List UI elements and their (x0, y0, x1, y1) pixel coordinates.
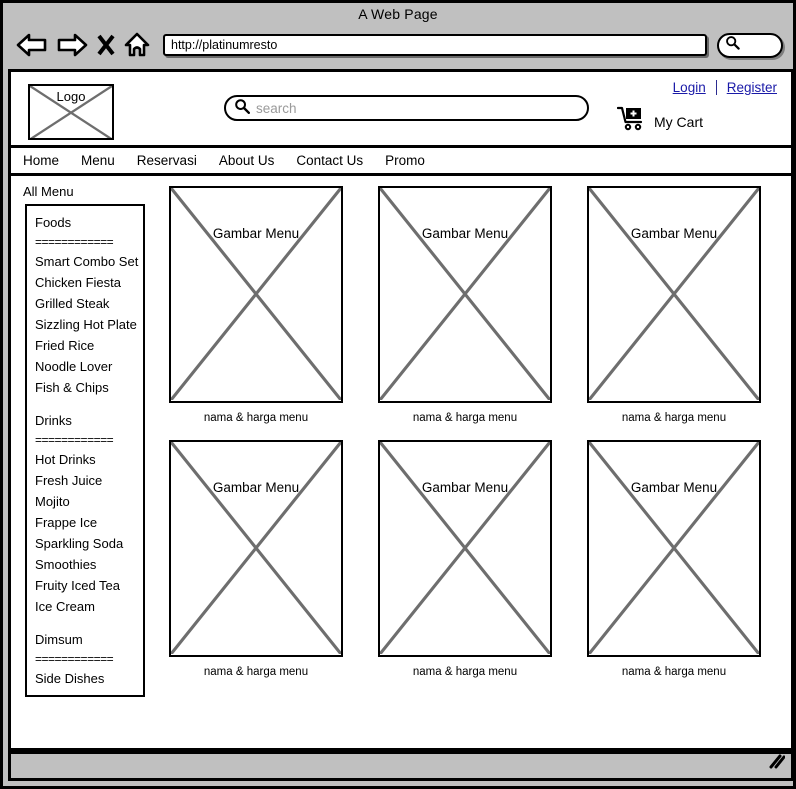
image-placeholder-cross (589, 188, 759, 400)
menu-card[interactable]: Gambar Menu nama & harga menu (378, 186, 552, 424)
menu-card-caption: nama & harga menu (203, 666, 309, 678)
window-title: A Web Page (358, 6, 438, 22)
menu-image-label: Gambar Menu (212, 226, 300, 241)
nav-item-home[interactable]: Home (23, 153, 59, 168)
close-x-icon[interactable] (95, 31, 117, 59)
sidebar-divider: ============ (35, 652, 114, 666)
nav-item-menu[interactable]: Menu (81, 153, 115, 168)
window-titlebar: A Web Page (3, 3, 793, 25)
menu-image-placeholder[interactable]: Gambar Menu (378, 186, 552, 403)
image-placeholder-cross (171, 188, 341, 400)
main-nav: Home Menu Reservasi About Us Contact Us … (11, 148, 791, 176)
sidebar-item[interactable]: Ice Cream (35, 596, 143, 617)
site-logo[interactable]: Logo (28, 84, 114, 140)
search-icon (234, 98, 250, 119)
cart-label: My Cart (654, 113, 703, 130)
browser-search-button[interactable] (717, 32, 783, 58)
page-viewport: Logo search Login Register My Cart Home … (8, 69, 793, 751)
all-menu-title: All Menu (23, 184, 74, 199)
sidebar-item[interactable]: Hot Drinks (35, 449, 143, 470)
menu-card[interactable]: Gambar Menu nama & harga menu (169, 186, 343, 424)
site-header: Logo search Login Register My Cart (11, 72, 791, 148)
sidebar-item[interactable]: Chicken Fiesta (35, 272, 143, 293)
menu-card[interactable]: Gambar Menu nama & harga menu (587, 440, 761, 678)
menu-card[interactable]: Gambar Menu nama & harga menu (587, 186, 761, 424)
my-cart-button[interactable]: My Cart (616, 106, 703, 137)
sidebar-section-heading: Foods (35, 215, 72, 230)
back-arrow-icon[interactable] (15, 31, 49, 59)
site-search-input[interactable]: search (224, 95, 589, 121)
nav-item-about-us[interactable]: About Us (219, 153, 275, 168)
url-bar[interactable]: http://platinumresto (163, 34, 707, 56)
sidebar-item[interactable]: Smart Combo Set (35, 251, 143, 272)
url-text: http://platinumresto (171, 38, 278, 52)
menu-image-label: Gambar Menu (421, 480, 509, 495)
sidebar-item[interactable]: Grilled Steak (35, 293, 143, 314)
menu-card[interactable]: Gambar Menu nama & harga menu (378, 440, 552, 678)
browser-nav-icons (15, 31, 151, 59)
shopping-cart-plus-icon (616, 106, 647, 137)
menu-image-placeholder[interactable]: Gambar Menu (169, 186, 343, 403)
menu-image-placeholder[interactable]: Gambar Menu (587, 186, 761, 403)
category-sidebar: Foods ============ Smart Combo Set Chicken … (25, 204, 145, 697)
menu-image-label: Gambar Menu (212, 480, 300, 495)
sidebar-section-heading: Drinks (35, 413, 72, 428)
auth-links: Login Register (673, 80, 777, 95)
sidebar-item[interactable]: Sizzling Hot Plate (35, 314, 143, 335)
sidebar-item[interactable]: Smoothies (35, 554, 143, 575)
menu-card-grid: Gambar Menu nama & harga menu Gambar Menu n… (169, 186, 781, 678)
sidebar-divider: ============ (35, 235, 114, 249)
menu-image-label: Gambar Menu (421, 226, 509, 241)
search-placeholder: search (256, 100, 297, 116)
image-placeholder-cross (171, 442, 341, 654)
sidebar-section-heading: Dimsum (35, 632, 83, 647)
page-content: All Menu Foods ============ Smart Combo Se… (11, 176, 791, 745)
menu-card-caption: nama & harga menu (412, 412, 518, 424)
menu-card-row: Gambar Menu nama & harga menu Gambar Menu n… (169, 186, 781, 424)
menu-card-caption: nama & harga menu (621, 412, 727, 424)
image-placeholder-cross (380, 442, 550, 654)
resize-grip-icon[interactable] (765, 752, 786, 775)
sidebar-item[interactable]: Frappe Ice (35, 512, 143, 533)
browser-toolbar: http://platinumresto (3, 25, 793, 65)
menu-card[interactable]: Gambar Menu nama & harga menu (169, 440, 343, 678)
register-link[interactable]: Register (727, 80, 777, 95)
auth-separator (715, 80, 717, 95)
sidebar-item[interactable]: Fruity Iced Tea (35, 575, 143, 596)
sidebar-item[interactable]: Side Dishes (35, 668, 143, 689)
browser-window: A Web Page http://platinumresto Logo sea… (0, 0, 796, 789)
sidebar-item[interactable]: Mojito (35, 491, 143, 512)
menu-card-caption: nama & harga menu (412, 666, 518, 678)
menu-card-caption: nama & harga menu (203, 412, 309, 424)
image-placeholder-cross (380, 188, 550, 400)
window-statusbar (8, 751, 793, 781)
sidebar-item[interactable]: Fresh Juice (35, 470, 143, 491)
nav-item-reservasi[interactable]: Reservasi (137, 153, 197, 168)
menu-image-label: Gambar Menu (630, 226, 718, 241)
menu-image-placeholder[interactable]: Gambar Menu (587, 440, 761, 657)
logo-label: Logo (56, 89, 86, 104)
nav-item-promo[interactable]: Promo (385, 153, 425, 168)
sidebar-divider: ============ (35, 433, 114, 447)
menu-card-caption: nama & harga menu (621, 666, 727, 678)
login-link[interactable]: Login (673, 80, 706, 95)
sidebar-item[interactable]: Noodle Lover (35, 356, 143, 377)
home-icon[interactable] (123, 31, 151, 59)
sidebar-item[interactable]: Fish & Chips (35, 377, 143, 398)
sidebar-item[interactable]: Fried Rice (35, 335, 143, 356)
sidebar-item[interactable]: Sparkling Soda (35, 533, 143, 554)
menu-card-row: Gambar Menu nama & harga menu Gambar Menu n… (169, 440, 781, 678)
menu-image-label: Gambar Menu (630, 480, 718, 495)
image-placeholder-cross (589, 442, 759, 654)
forward-arrow-icon[interactable] (55, 31, 89, 59)
nav-item-contact-us[interactable]: Contact Us (296, 153, 363, 168)
menu-image-placeholder[interactable]: Gambar Menu (169, 440, 343, 657)
magnifier-icon (725, 35, 740, 55)
menu-image-placeholder[interactable]: Gambar Menu (378, 440, 552, 657)
